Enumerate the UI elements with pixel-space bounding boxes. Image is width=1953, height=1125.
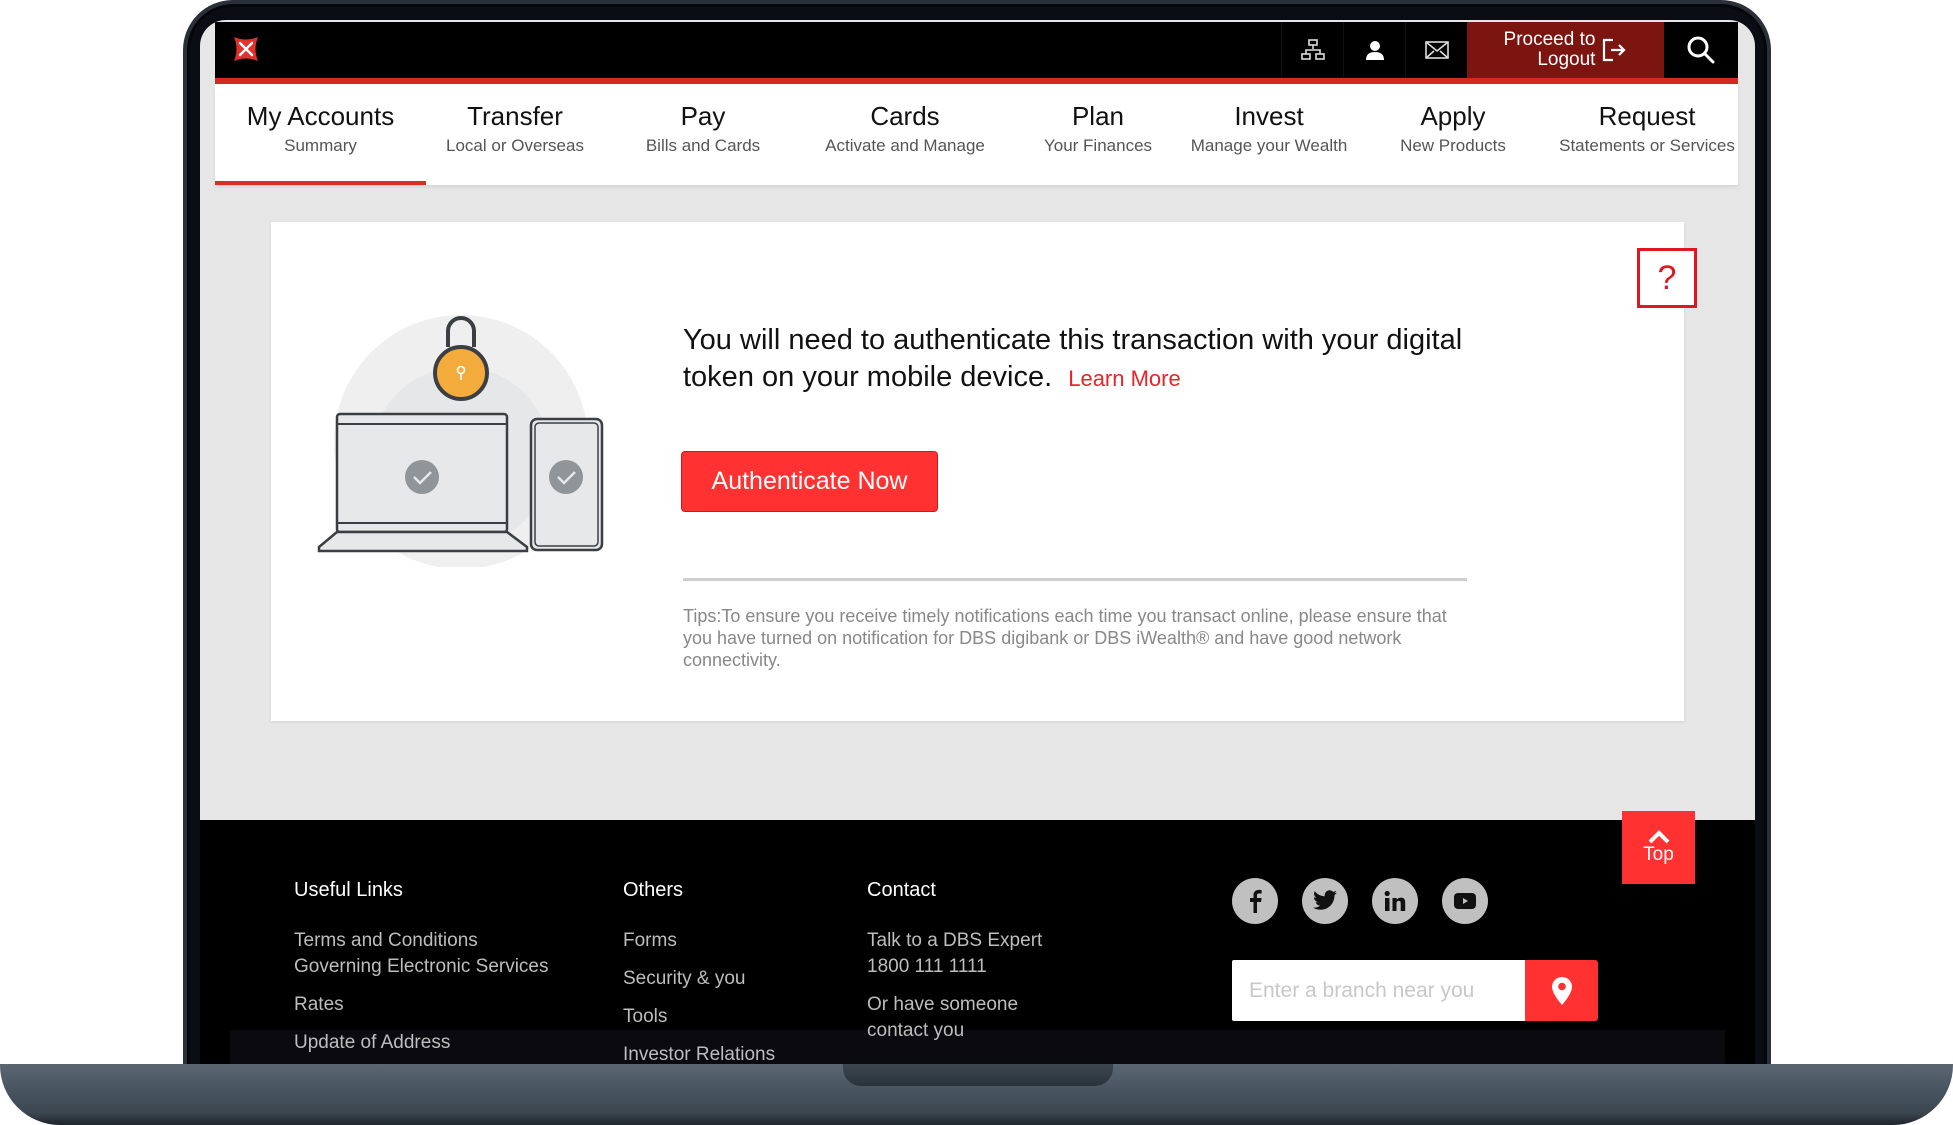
branch-locator [1232, 960, 1598, 1021]
nav-subtitle: Summary [284, 136, 357, 155]
logout-icon [1603, 38, 1627, 62]
nav-transfer[interactable]: Transfer Local or Overseas [426, 84, 604, 185]
footer-link[interactable]: Update of Address [294, 1030, 549, 1056]
footer-heading: Contact [867, 879, 936, 901]
search-icon [1687, 36, 1715, 64]
tips-text: Tips:To ensure you receive timely notifi… [683, 606, 1447, 670]
nav-subtitle: Bills and Cards [645, 136, 761, 155]
branch-search-button[interactable] [1525, 960, 1598, 1021]
footer-heading: Useful Links [294, 879, 403, 901]
footer-heading: Others [623, 879, 684, 901]
help-icon: ? [1657, 258, 1677, 297]
footer-others: Others Forms Security & you Tools Invest… [623, 878, 775, 1065]
laptop-illustration-icon [317, 412, 529, 553]
youtube-icon[interactable] [1442, 878, 1488, 924]
nav-plan[interactable]: Plan Your Finances [1008, 84, 1188, 185]
nav-my-accounts[interactable]: My Accounts Summary [215, 84, 426, 185]
nav-title: Plan [1071, 101, 1125, 131]
phone-illustration-icon [529, 417, 604, 552]
footer-link[interactable]: Rates [294, 992, 549, 1018]
nav-request[interactable]: Request Statements or Services [1556, 84, 1738, 185]
nav-title: Apply [1420, 101, 1486, 131]
footer-link[interactable]: Tools [623, 1004, 775, 1030]
contact-phone-number[interactable]: 1800 111 1111 [867, 954, 1042, 980]
top-label: Top [1643, 843, 1674, 865]
nav-cards[interactable]: Cards Activate and Manage [802, 84, 1008, 185]
help-button[interactable]: ? [1637, 248, 1697, 308]
nav-title: Invest [1234, 101, 1304, 131]
nav-title: Pay [680, 101, 726, 131]
linkedin-icon[interactable] [1372, 878, 1418, 924]
laptop-notch [843, 1064, 1113, 1086]
nav-subtitle: Your Finances [1043, 136, 1153, 155]
contact-callback-link-line2[interactable]: contact you [867, 1018, 1042, 1044]
nav-subtitle: Statements or Services [1559, 136, 1735, 155]
authenticate-now-button[interactable]: Authenticate Now [681, 451, 938, 512]
browser-screen: Proceed to Logout My Accounts Summary Tr… [200, 20, 1755, 1065]
nav-invest[interactable]: Invest Manage your Wealth [1188, 84, 1350, 185]
social-links [1232, 878, 1488, 924]
footer-useful-links: Useful Links Terms and Conditions Govern… [294, 878, 549, 1065]
proceed-to-logout-button[interactable]: Proceed to Logout [1467, 22, 1664, 78]
nav-apply[interactable]: Apply New Products [1350, 84, 1556, 185]
nav-subtitle: Activate and Manage [825, 136, 985, 155]
nav-subtitle: Manage your Wealth [1190, 136, 1348, 155]
location-pin-icon [1551, 976, 1572, 1005]
top-header: Proceed to Logout [215, 22, 1738, 78]
divider [683, 578, 1467, 581]
branch-search-input[interactable] [1232, 960, 1525, 1021]
footer-link[interactable]: Security & you [623, 966, 775, 992]
facebook-icon[interactable] [1232, 878, 1278, 924]
logout-line1: Proceed to [1503, 29, 1596, 50]
nav-title: Transfer [467, 101, 563, 131]
device-lock-illustration [317, 315, 604, 567]
authentication-card: ? You will need to authenticate this tra… [271, 222, 1697, 721]
footer-contact: Contact Talk to a DBS Expert 1800 111 11… [867, 878, 1042, 1056]
footer: Useful Links Terms and Conditions Govern… [200, 820, 1755, 1065]
back-to-top-button[interactable]: Top [1622, 811, 1695, 884]
nav-title: Request [1598, 101, 1696, 131]
nav-title: My Accounts [246, 101, 395, 131]
logout-line2: Logout [1537, 49, 1596, 70]
nav-subtitle: New Products [1400, 136, 1506, 155]
nav-subtitle: Local or Overseas [446, 136, 584, 155]
contact-expert-label[interactable]: Talk to a DBS Expert [867, 928, 1042, 954]
profile-icon[interactable] [1343, 22, 1405, 78]
laptop-base [0, 1064, 1953, 1125]
nav-title: Cards [870, 101, 940, 131]
nav-pay[interactable]: Pay Bills and Cards [604, 84, 802, 185]
twitter-icon[interactable] [1302, 878, 1348, 924]
chevron-up-icon [1648, 829, 1669, 843]
authentication-message: You will need to authenticate this trans… [683, 322, 1483, 397]
main-nav: My Accounts Summary Transfer Local or Ov… [215, 84, 1738, 185]
learn-more-link[interactable]: Learn More [1068, 366, 1181, 391]
footer-link[interactable]: Governing Electronic Services [294, 954, 549, 980]
footer-link[interactable]: Terms and Conditions [294, 928, 549, 954]
sitemap-icon[interactable] [1281, 22, 1343, 78]
dbs-logo-icon[interactable] [231, 34, 261, 64]
footer-link[interactable]: Investor Relations [623, 1042, 775, 1065]
contact-callback-link[interactable]: Or have someone [867, 992, 1042, 1018]
search-button[interactable] [1664, 22, 1738, 78]
mail-icon[interactable] [1405, 22, 1467, 78]
footer-link[interactable]: Forms [623, 928, 775, 954]
